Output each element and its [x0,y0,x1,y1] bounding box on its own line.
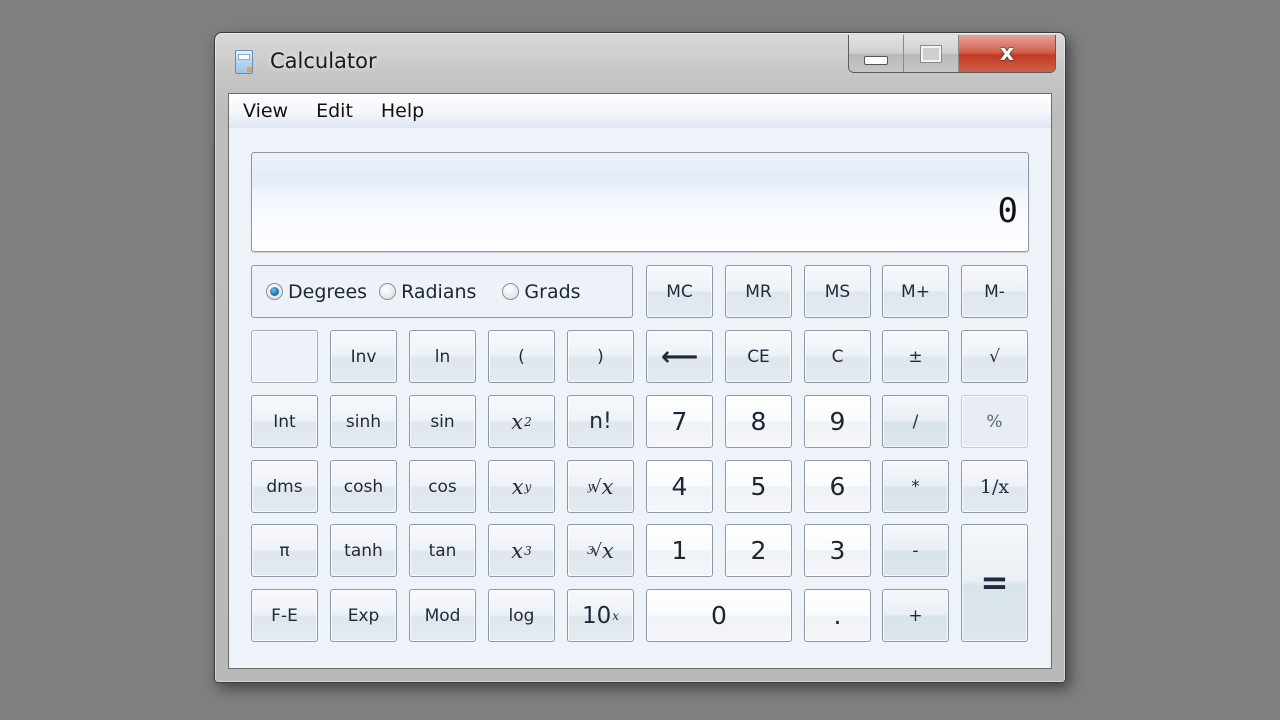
x-cubed-exponent: 3 [524,543,532,558]
calculator-client-area: View Edit Help 0 Degrees Radians Grads M… [228,93,1052,669]
cos-button[interactable]: cos [409,460,476,513]
add-button[interactable]: + [882,589,949,642]
menu-edit[interactable]: Edit [316,98,353,124]
window-controls: x [848,35,1056,73]
cosh-button[interactable]: cosh [330,460,397,513]
backspace-arrow-icon: ⟵ [660,341,699,372]
window-title: Calculator [270,49,377,73]
pi-button[interactable]: π [251,524,318,577]
digit-4-button[interactable]: 4 [646,460,713,513]
c-button[interactable]: C [804,330,871,383]
digit-7-button[interactable]: 7 [646,395,713,448]
tanh-button[interactable]: tanh [330,524,397,577]
y-root-x-button[interactable]: y √ x [567,460,634,513]
dms-button[interactable]: dms [251,460,318,513]
close-icon: x [999,41,1015,66]
radio-degrees[interactable]: Degrees [266,281,367,303]
reciprocal-button[interactable]: 1/x [961,460,1028,513]
x-cubed-button[interactable]: x3 [488,524,555,577]
divide-button[interactable]: / [882,395,949,448]
radio-grads-icon [502,283,520,300]
close-button[interactable]: x [959,35,1055,72]
ms-button[interactable]: MS [804,265,871,318]
radio-grads-label: Grads [524,280,581,303]
percent-button[interactable]: % [961,395,1028,448]
radio-radians-label: Radians [401,280,477,303]
backspace-button[interactable]: ⟵ [646,330,713,383]
log-button[interactable]: log [488,589,555,642]
mod-button[interactable]: Mod [409,589,476,642]
maximize-button[interactable] [904,35,959,72]
digit-5-button[interactable]: 5 [725,460,792,513]
ce-button[interactable]: CE [725,330,792,383]
radio-radians-icon [379,283,397,300]
ten-power-x-button[interactable]: 10 x [567,589,634,642]
cube-root-radicand: x [602,538,614,563]
x-power-y-button[interactable]: xy [488,460,555,513]
tan-button[interactable]: tan [409,524,476,577]
sqrt-button[interactable]: √ [961,330,1028,383]
equals-button[interactable]: = [961,524,1028,642]
radio-grads[interactable]: Grads [502,280,581,303]
mc-button[interactable]: MC [646,265,713,318]
menu-view[interactable]: View [243,98,288,124]
digit-0-button[interactable]: 0 [646,589,792,642]
int-button[interactable]: Int [251,395,318,448]
radio-degrees-label: Degrees [288,280,368,303]
subtract-button[interactable]: - [882,524,949,577]
x-squared-button[interactable]: x2 [488,395,555,448]
digit-2-button[interactable]: 2 [725,524,792,577]
plus-minus-button[interactable]: ± [882,330,949,383]
angle-unit-group: Degrees Radians Grads [251,265,633,318]
m-minus-button[interactable]: M- [961,265,1028,318]
calculator-app-icon [235,50,253,74]
ten-power-base: 10 [581,602,612,629]
digit-9-button[interactable]: 9 [804,395,871,448]
x-cubed-base: x [511,538,524,563]
sinh-button[interactable]: sinh [330,395,397,448]
radio-radians[interactable]: Radians [379,281,476,303]
decimal-button[interactable]: . [804,589,871,642]
minimize-button[interactable] [849,35,904,72]
y-root-x-radicand: x [601,474,614,499]
exp-button[interactable]: Exp [330,589,397,642]
title-bar[interactable]: Calculator x [215,33,1065,91]
factorial-button[interactable]: n! [567,395,634,448]
digit-6-button[interactable]: 6 [804,460,871,513]
mr-button[interactable]: MR [725,265,792,318]
x-power-y-base: x [511,474,524,499]
m-plus-button[interactable]: M+ [882,265,949,318]
inv-button[interactable]: Inv [330,330,397,383]
cube-root-button[interactable]: 3 √ x [567,524,634,577]
result-display: 0 [251,152,1029,252]
minimize-icon [864,56,888,65]
digit-1-button[interactable]: 1 [646,524,713,577]
x-squared-exponent: 2 [524,414,532,429]
display-value: 0 [997,191,1018,231]
x-power-y-exponent: y [524,479,532,494]
x-squared-base: x [511,409,524,434]
ten-power-exponent: x [612,608,620,623]
sin-button[interactable]: sin [409,395,476,448]
open-paren-button[interactable]: ( [488,330,555,383]
root-symbol: √ [590,476,602,497]
digit-3-button[interactable]: 3 [804,524,871,577]
menu-help[interactable]: Help [381,98,424,124]
digit-8-button[interactable]: 8 [725,395,792,448]
multiply-button[interactable]: * [882,460,949,513]
radio-degrees-icon [266,283,283,300]
menu-bar: View Edit Help [229,94,1051,128]
maximize-icon [920,44,942,63]
blank-button [251,330,318,383]
fe-button[interactable]: F-E [251,589,318,642]
close-paren-button[interactable]: ) [567,330,634,383]
ln-button[interactable]: ln [409,330,476,383]
cube-root-symbol: √ [591,540,602,561]
calculator-window: Calculator x View Edit Help 0 Degrees Ra… [214,32,1066,683]
